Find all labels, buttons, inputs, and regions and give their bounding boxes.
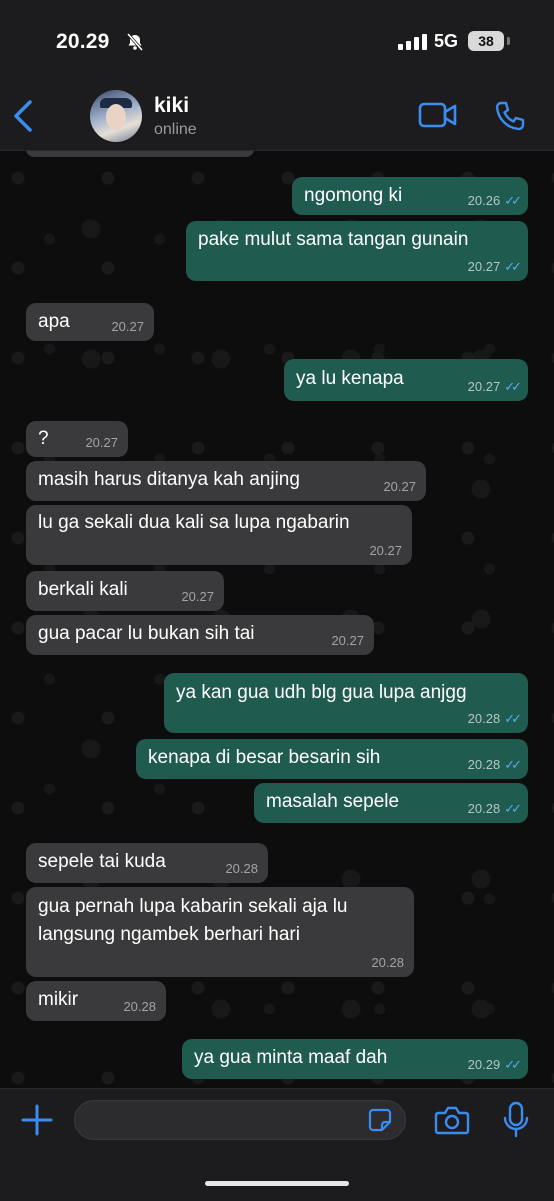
- message-bubble-partial: [26, 151, 254, 157]
- message-bubble[interactable]: pake mulut sama tangan gunain 20.27 ✓✓: [186, 221, 528, 281]
- status-time: 20.29: [56, 30, 110, 53]
- bell-slash-icon: [125, 32, 145, 57]
- message-time: 20.28: [123, 999, 156, 1014]
- message-text: ?: [38, 428, 49, 449]
- message-time: 20.29 ✓✓: [467, 1057, 522, 1072]
- message-bubble[interactable]: apa 20.27: [26, 303, 154, 341]
- message-text: lu ga sekali dua kali sa lupa ngabarin: [38, 512, 350, 533]
- cellular-signal-icon: [398, 34, 428, 55]
- double-check-icon: ✓✓: [504, 1057, 522, 1072]
- phone-icon[interactable]: [494, 100, 526, 132]
- camera-icon[interactable]: [434, 1105, 470, 1135]
- message-bubble[interactable]: gua pernah lupa kabarin sekali aja lu la…: [26, 887, 414, 977]
- message-time: 20.27: [383, 479, 416, 494]
- microphone-icon[interactable]: [502, 1101, 530, 1139]
- contact-name[interactable]: kiki: [154, 94, 189, 118]
- double-check-icon: ✓✓: [504, 757, 522, 772]
- message-bubble[interactable]: ya kan gua udh blg gua lupa anjgg 20.28 ✓…: [164, 673, 528, 733]
- message-text: masih harus ditanya kah anjing: [38, 469, 300, 490]
- message-bubble[interactable]: ngomong ki 20.26 ✓✓: [292, 177, 528, 215]
- message-text: berkali kali: [38, 579, 128, 600]
- message-bubble[interactable]: berkali kali 20.27: [26, 571, 224, 611]
- battery-level: 38: [468, 31, 504, 51]
- message-text: masalah sepele: [266, 791, 400, 812]
- double-check-icon: ✓✓: [504, 259, 522, 274]
- message-time: 20.27 ✓✓: [467, 259, 522, 274]
- message-text: apa: [38, 311, 70, 332]
- message-bubble[interactable]: gua pacar lu bukan sih tai 20.27: [26, 615, 374, 655]
- message-bubble[interactable]: mikir 20.28: [26, 981, 166, 1021]
- chevron-left-icon[interactable]: [10, 96, 38, 136]
- double-check-icon: ✓✓: [504, 193, 522, 208]
- network-type: 5G: [434, 31, 459, 51]
- message-time: 20.28: [371, 955, 404, 970]
- message-text: gua pernah lupa kabarin sekali aja lu la…: [38, 896, 348, 945]
- message-text: gua pacar lu bukan sih tai: [38, 623, 255, 644]
- message-text: sepele tai kuda: [38, 851, 166, 872]
- message-time: 20.28: [225, 861, 258, 876]
- message-text: ya kan gua udh blg gua lupa anjgg: [176, 682, 467, 703]
- chat-header: kiki online: [0, 84, 554, 151]
- message-bubble[interactable]: masih harus ditanya kah anjing 20.27: [26, 461, 426, 501]
- message-bubble[interactable]: kenapa di besar besarin sih 20.28 ✓✓: [136, 739, 528, 779]
- message-input[interactable]: [74, 1100, 406, 1140]
- message-bubble[interactable]: ya lu kenapa 20.27 ✓✓: [284, 359, 528, 401]
- video-camera-icon[interactable]: [418, 100, 458, 130]
- message-text: mikir: [38, 989, 79, 1010]
- message-bubble[interactable]: sepele tai kuda 20.28: [26, 843, 268, 883]
- message-bubble[interactable]: lu ga sekali dua kali sa lupa ngabarin 2…: [26, 505, 412, 565]
- message-time: 20.28 ✓✓: [467, 801, 522, 816]
- message-text: ya lu kenapa: [296, 368, 404, 389]
- message-time: 20.28 ✓✓: [467, 757, 522, 772]
- chat-area[interactable]: ngomong ki 20.26 ✓✓ pake mulut sama tanga…: [0, 151, 554, 1088]
- home-indicator[interactable]: [205, 1181, 349, 1186]
- message-time: 20.27: [85, 435, 118, 450]
- message-text: pake mulut sama tangan gunain: [198, 229, 469, 250]
- message-bubble[interactable]: masalah sepele 20.28 ✓✓: [254, 783, 528, 823]
- plus-icon[interactable]: [20, 1103, 54, 1137]
- battery-icon: [507, 37, 510, 45]
- double-check-icon: ✓✓: [504, 711, 522, 726]
- status-bar: 20.29 5G 38: [0, 0, 554, 84]
- double-check-icon: ✓✓: [504, 801, 522, 816]
- message-time: 20.27: [369, 543, 402, 558]
- message-time: 20.28 ✓✓: [467, 711, 522, 726]
- message-time: 20.27 ✓✓: [467, 379, 522, 394]
- message-time: 20.27: [181, 589, 214, 604]
- contact-status: online: [154, 121, 197, 138]
- avatar[interactable]: [90, 90, 142, 142]
- message-time: 20.27: [331, 633, 364, 648]
- message-time: 20.27: [111, 319, 144, 334]
- message-bubble[interactable]: ? 20.27: [26, 421, 128, 457]
- message-bubble[interactable]: ya gua minta maaf dah 20.29 ✓✓: [182, 1039, 528, 1079]
- message-text: ngomong ki: [304, 185, 403, 206]
- message-text: ya gua minta maaf dah: [194, 1047, 388, 1068]
- message-time: 20.26 ✓✓: [467, 193, 522, 208]
- double-check-icon: ✓✓: [504, 379, 522, 394]
- sticker-icon[interactable]: [368, 1108, 392, 1132]
- message-text: kenapa di besar besarin sih: [148, 747, 381, 768]
